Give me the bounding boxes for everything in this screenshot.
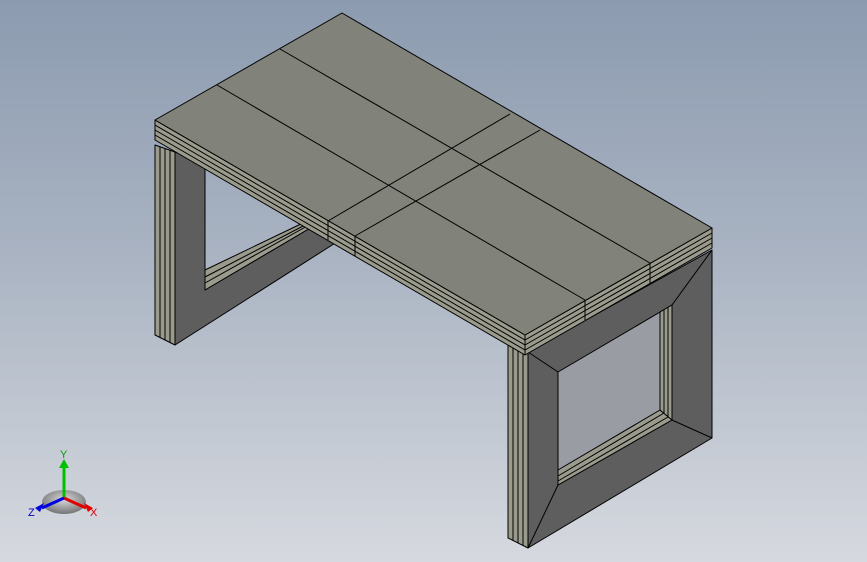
right-leg-opening-inner-side xyxy=(659,304,673,421)
y-axis-label: Y xyxy=(60,449,68,461)
x-axis-label: X xyxy=(90,507,98,519)
table-3d-model[interactable] xyxy=(0,0,867,562)
axis-triad: Y X Z xyxy=(24,446,104,526)
graphics-viewport[interactable]: Y X Z xyxy=(0,0,867,562)
z-axis-label: Z xyxy=(28,507,35,519)
